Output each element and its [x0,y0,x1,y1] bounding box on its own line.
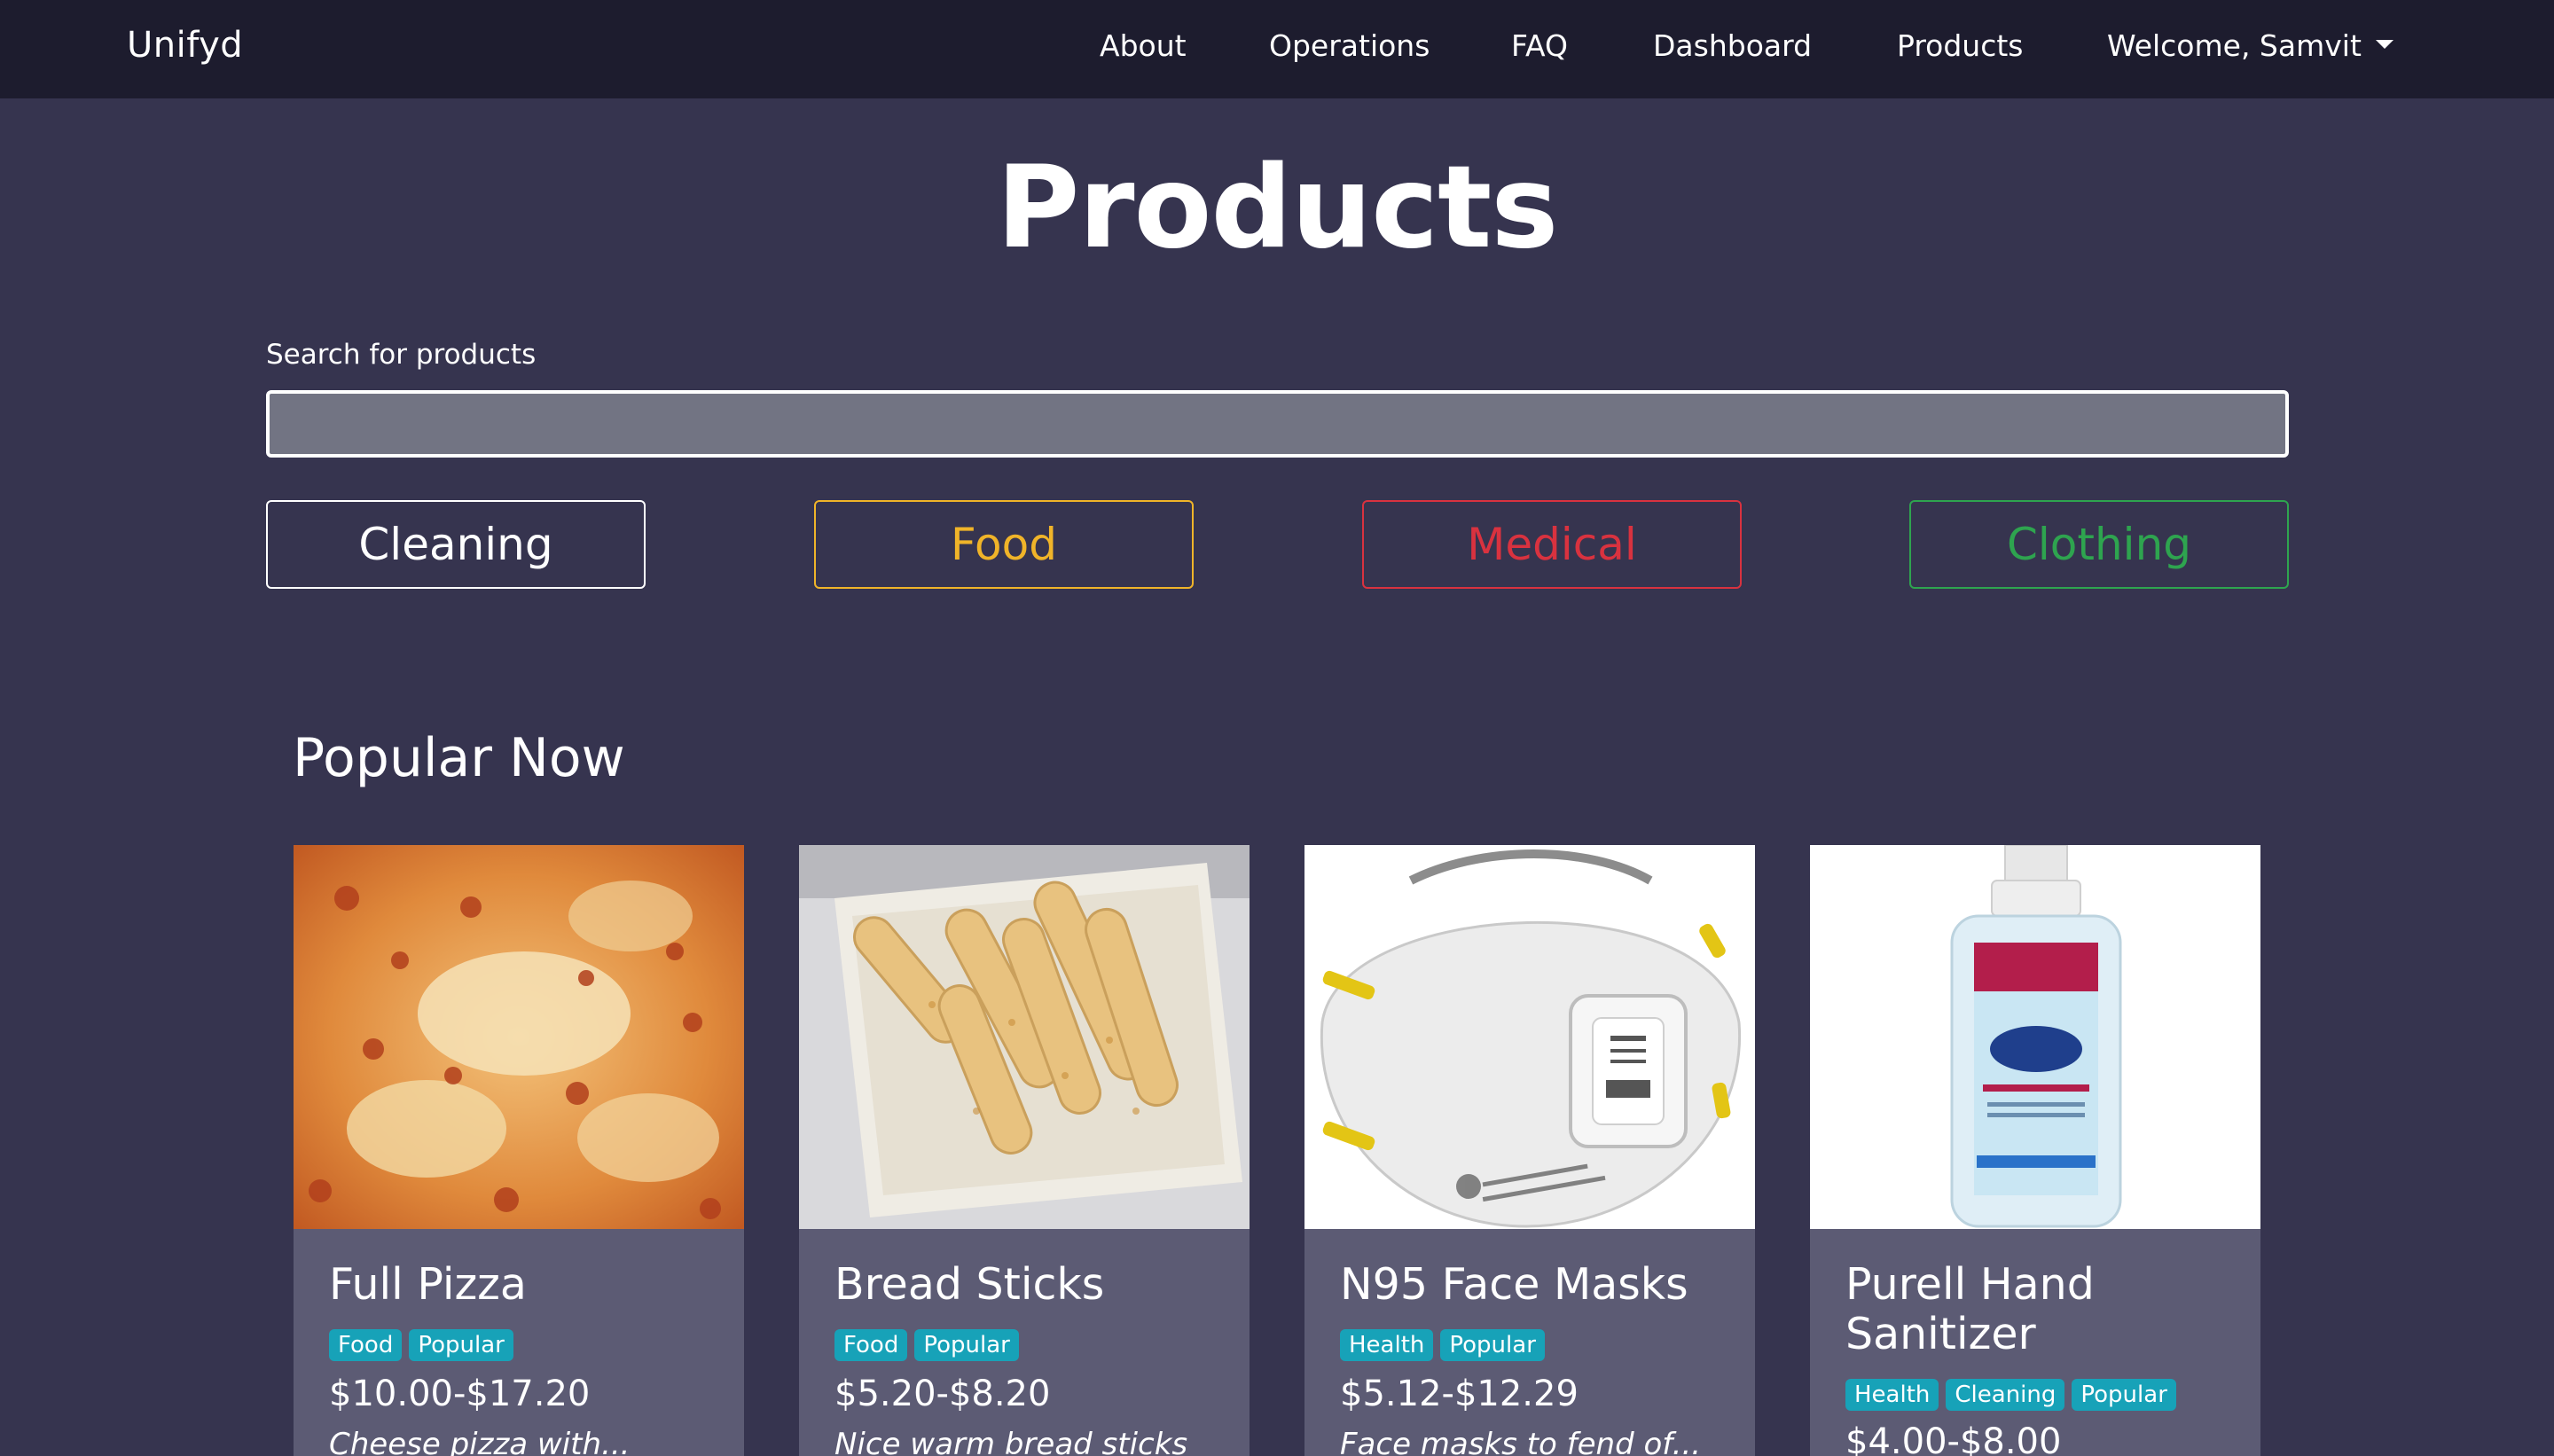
chevron-down-icon [2375,39,2393,49]
bread-sticks-image [799,845,1250,1229]
nav-faq[interactable]: FAQ [1511,28,1568,63]
top-navbar: Unifyd About Operations FAQ Dashboard Pr… [0,0,2554,98]
category-cleaning-button[interactable]: Cleaning [266,500,646,589]
brand-logo[interactable]: Unifyd [127,25,243,66]
user-menu-dropdown[interactable]: Welcome, Samvit [2107,28,2393,63]
tag-badge: Food [834,1329,908,1361]
product-name: Purell Hand Sanitizer [1845,1259,2095,1359]
product-price: $5.12-$12.29 [1340,1374,1579,1414]
product-name: Full Pizza [329,1259,527,1310]
product-tags: Health Popular [1340,1329,1545,1361]
product-price: $4.00-$8.00 [1845,1421,2062,1456]
product-tags: Health Cleaning Popular [1845,1379,2176,1411]
category-clothing-button[interactable]: Clothing [1909,500,2289,589]
product-card-bread-sticks[interactable]: Bread Sticks Food Popular $5.20-$8.20 Ni… [799,845,1250,1456]
product-card-pizza[interactable]: Full Pizza Food Popular $10.00-$17.20 Ch… [294,845,744,1456]
search-label: Search for products [266,339,537,371]
product-tags: Food Popular [834,1329,1019,1361]
product-price: $5.20-$8.20 [834,1374,1051,1414]
tag-badge: Popular [914,1329,1019,1361]
tag-badge: Food [329,1329,403,1361]
product-name: Bread Sticks [834,1259,1105,1310]
category-medical-button[interactable]: Medical [1362,500,1742,589]
category-food-button[interactable]: Food [814,500,1194,589]
nav-about[interactable]: About [1100,28,1187,63]
product-price: $10.00-$17.20 [329,1374,591,1414]
user-menu-label: Welcome, Samvit [2107,28,2362,63]
tag-badge: Health [1845,1379,1939,1411]
product-description: Face masks to fend of... [1340,1427,1702,1456]
tag-badge: Cleaning [1946,1379,2065,1411]
nav-operations[interactable]: Operations [1269,28,1430,63]
nav-products[interactable]: Products [1897,28,2024,63]
purell-bottle-image [1810,845,2260,1229]
product-card-purell-sanitizer[interactable]: Purell Hand Sanitizer Health Cleaning Po… [1810,845,2260,1456]
product-description: Cheese pizza with... [329,1427,631,1456]
product-name: N95 Face Masks [1340,1259,1688,1310]
n95-mask-image [1304,845,1755,1229]
tag-badge: Popular [2072,1379,2176,1411]
nav-dashboard[interactable]: Dashboard [1653,28,1812,63]
tag-badge: Health [1340,1329,1434,1361]
search-input[interactable] [266,390,2289,458]
tag-badge: Popular [1440,1329,1545,1361]
page-title: Products [996,142,1559,274]
product-description: Nice warm bread sticks [834,1427,1188,1456]
tag-badge: Popular [409,1329,513,1361]
popular-now-heading: Popular Now [293,727,625,789]
product-card-n95-masks[interactable]: N95 Face Masks Health Popular $5.12-$12.… [1304,845,1755,1456]
product-tags: Food Popular [329,1329,513,1361]
pizza-image [294,845,744,1229]
